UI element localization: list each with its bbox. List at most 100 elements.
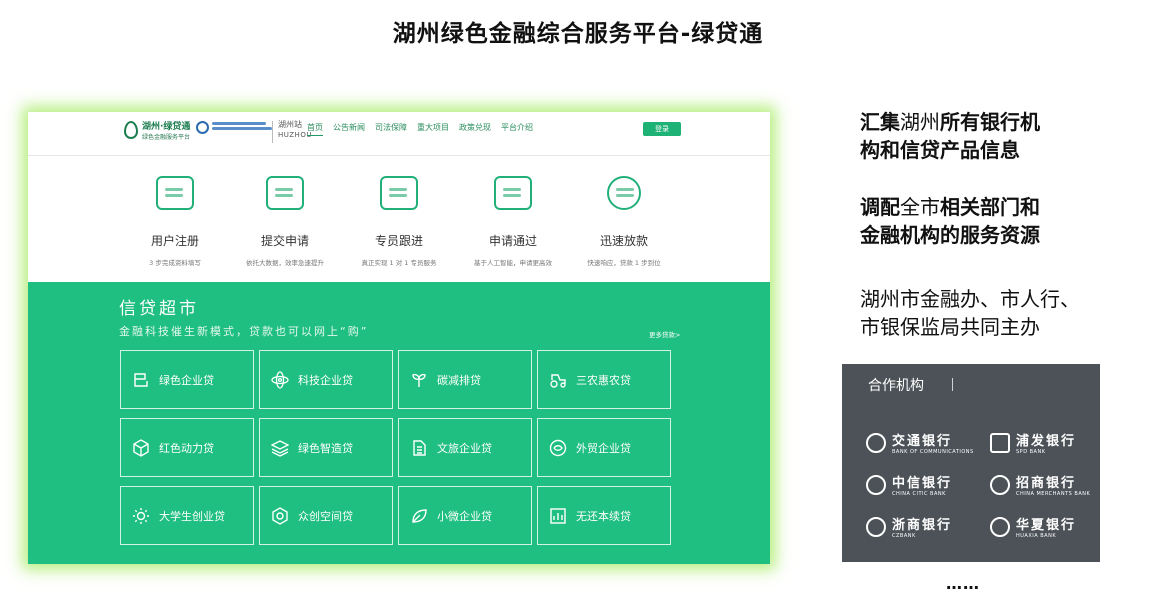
product-tile[interactable]: 小微企业贷: [398, 486, 532, 545]
approved-icon: [494, 176, 532, 210]
highlight-point: 湖州市金融办、市人行、 市银保监局共同主办: [860, 285, 1080, 341]
bocom-logo-icon: [866, 432, 886, 453]
citic-logo-icon: [866, 474, 886, 495]
briefcase-icon: [380, 176, 418, 210]
point-normal: 全市: [900, 195, 940, 219]
bank-name-en: HUAXIA BANK: [1016, 533, 1057, 539]
product-tile[interactable]: 三农惠农贷: [537, 350, 671, 409]
product-tile[interactable]: 红色动力贷: [120, 418, 254, 477]
nav-item-news[interactable]: 公告新闻: [333, 122, 365, 136]
step-disburse: 迅速放款 快速响应，贷款 1 步到位: [564, 176, 684, 267]
nav-item-home[interactable]: 首页: [307, 122, 323, 136]
step-title: 专员跟进: [374, 234, 423, 248]
point-normal: 湖州: [900, 110, 940, 134]
bank-logo: 交通银行 BANK OF COMMUNICATIONS: [866, 430, 974, 455]
step-title: 提交申请: [260, 234, 309, 248]
step-register: 用户注册 3 步完成资料填写: [115, 176, 235, 267]
title-divider: [952, 378, 953, 391]
register-icon: [156, 176, 194, 210]
logo-drop-icon: [124, 121, 138, 139]
header-divider: [272, 121, 273, 143]
product-label: 科技企业贷: [298, 373, 353, 387]
chart-icon: [548, 507, 568, 525]
product-label: 三农惠农贷: [576, 373, 631, 387]
process-steps: 用户注册 3 步完成资料填写 提交申请 依托大数据，效率急速提升 专员跟进 真正…: [28, 156, 770, 282]
bank-name: 招商银行: [1016, 476, 1077, 491]
bank-logo: 浦发银行 SPD BANK: [990, 430, 1076, 455]
point-line: 湖州市金融办、市人行、: [860, 287, 1080, 311]
product-tile[interactable]: 绿色企业贷: [120, 350, 254, 409]
bank-name: 交通银行: [892, 434, 953, 449]
point-line: 市银保监局共同主办: [860, 315, 1040, 339]
step-desc: 快速响应，贷款 1 步到位: [587, 259, 661, 267]
partner-banks-panel: 合作机构 交通银行 BANK OF COMMUNICATIONS 浦发银行 SPD …: [842, 364, 1100, 562]
sprout-icon: [409, 371, 429, 389]
step-title: 申请通过: [488, 234, 537, 248]
leaf-icon: [409, 507, 429, 525]
product-label: 绿色智造贷: [298, 441, 353, 455]
partner-logo-text: [212, 122, 272, 134]
point-bold: 所有银行机: [940, 110, 1040, 134]
point-bold: 汇集: [860, 110, 900, 134]
apply-icon: [266, 176, 304, 210]
bank-name: 华夏银行: [1016, 518, 1077, 533]
nav-item-policy[interactable]: 政策兑现: [459, 122, 491, 136]
product-label: 众创空间贷: [298, 509, 353, 523]
nav-item-projects[interactable]: 重大项目: [417, 122, 449, 136]
step-title: 用户注册: [150, 234, 199, 248]
product-label: 碳减排贷: [437, 373, 481, 387]
globe-icon: [548, 439, 568, 457]
nav-item-judicial[interactable]: 司法保障: [375, 122, 407, 136]
cmb-logo-icon: [990, 474, 1010, 495]
product-label: 大学生创业贷: [159, 509, 225, 523]
step-desc: 基于人工智能，申请更高效: [474, 259, 552, 267]
nav-item-about[interactable]: 平台介绍: [501, 122, 533, 136]
document-icon: [409, 439, 429, 457]
layers-icon: [270, 439, 290, 457]
credit-market: 信贷超市 金融科技催生新模式，贷款也可以网上“购” 更多贷款> 绿色企业贷 科技…: [28, 282, 770, 564]
tractor-icon: [548, 371, 568, 389]
market-title: 信贷超市: [119, 299, 199, 319]
login-button[interactable]: 登录: [643, 122, 681, 136]
product-tile[interactable]: 文旅企业贷: [398, 418, 532, 477]
hxb-logo-icon: [990, 516, 1010, 537]
bank-logo: 中信银行 CHINA CITIC BANK: [866, 472, 952, 497]
czbank-logo-icon: [866, 516, 886, 537]
point-bold: 调配: [860, 195, 900, 219]
bank-name-en: BANK OF COMMUNICATIONS: [892, 449, 974, 455]
website-screenshot: 湖州·绿贷通 绿色金融服务平台 湖州站 HUZHOU 首页 公告新闻 司法保障 …: [28, 112, 770, 564]
sun-icon: [131, 507, 151, 525]
point-bold: 金融机构的服务资源: [860, 223, 1040, 247]
product-label: 绿色企业贷: [159, 373, 214, 387]
logo-name: 湖州·绿贷通: [142, 122, 191, 132]
step-follow-up: 专员跟进 真正实现 1 对 1 专员服务: [339, 176, 459, 267]
product-tile[interactable]: 大学生创业贷: [120, 486, 254, 545]
step-desc: 依托大数据，效率急速提升: [246, 259, 324, 267]
building-icon: [131, 371, 151, 389]
partner-logo-icon: [196, 121, 209, 134]
market-subtitle: 金融科技催生新模式，贷款也可以网上“购”: [119, 325, 369, 338]
logo-subtitle: 绿色金融服务平台: [142, 134, 191, 141]
product-tile[interactable]: 碳减排贷: [398, 350, 532, 409]
more-loans-link[interactable]: 更多贷款>: [649, 329, 680, 339]
step-title: 迅速放款: [599, 234, 648, 248]
product-label: 红色动力贷: [159, 441, 214, 455]
bank-logo: 浙商银行 CZBANK: [866, 514, 952, 539]
step-apply: 提交申请 依托大数据，效率急速提升: [225, 176, 345, 267]
product-label: 无还本续贷: [576, 509, 631, 523]
slide-title: 湖州绿色金融综合服务平台-绿贷通: [392, 21, 764, 47]
cube-icon: [131, 438, 151, 457]
product-tile[interactable]: 外贸企业贷: [537, 418, 671, 477]
city-label: 湖州站: [278, 120, 302, 129]
bank-name: 浦发银行: [1016, 434, 1077, 449]
bank-name-en: SPD BANK: [1016, 449, 1046, 455]
bank-name-en: CZBANK: [892, 533, 916, 539]
step-approved: 申请通过 基于人工智能，申请更高效: [453, 176, 573, 267]
product-tile[interactable]: 无还本续贷: [537, 486, 671, 545]
product-tile[interactable]: 绿色智造贷: [259, 418, 393, 477]
site-header: 湖州·绿贷通 绿色金融服务平台 湖州站 HUZHOU 首页 公告新闻 司法保障 …: [28, 112, 770, 156]
product-tile[interactable]: 众创空间贷: [259, 486, 393, 545]
product-tile[interactable]: 科技企业贷: [259, 350, 393, 409]
spdb-logo-icon: [990, 432, 1010, 453]
atom-icon: [270, 370, 290, 389]
